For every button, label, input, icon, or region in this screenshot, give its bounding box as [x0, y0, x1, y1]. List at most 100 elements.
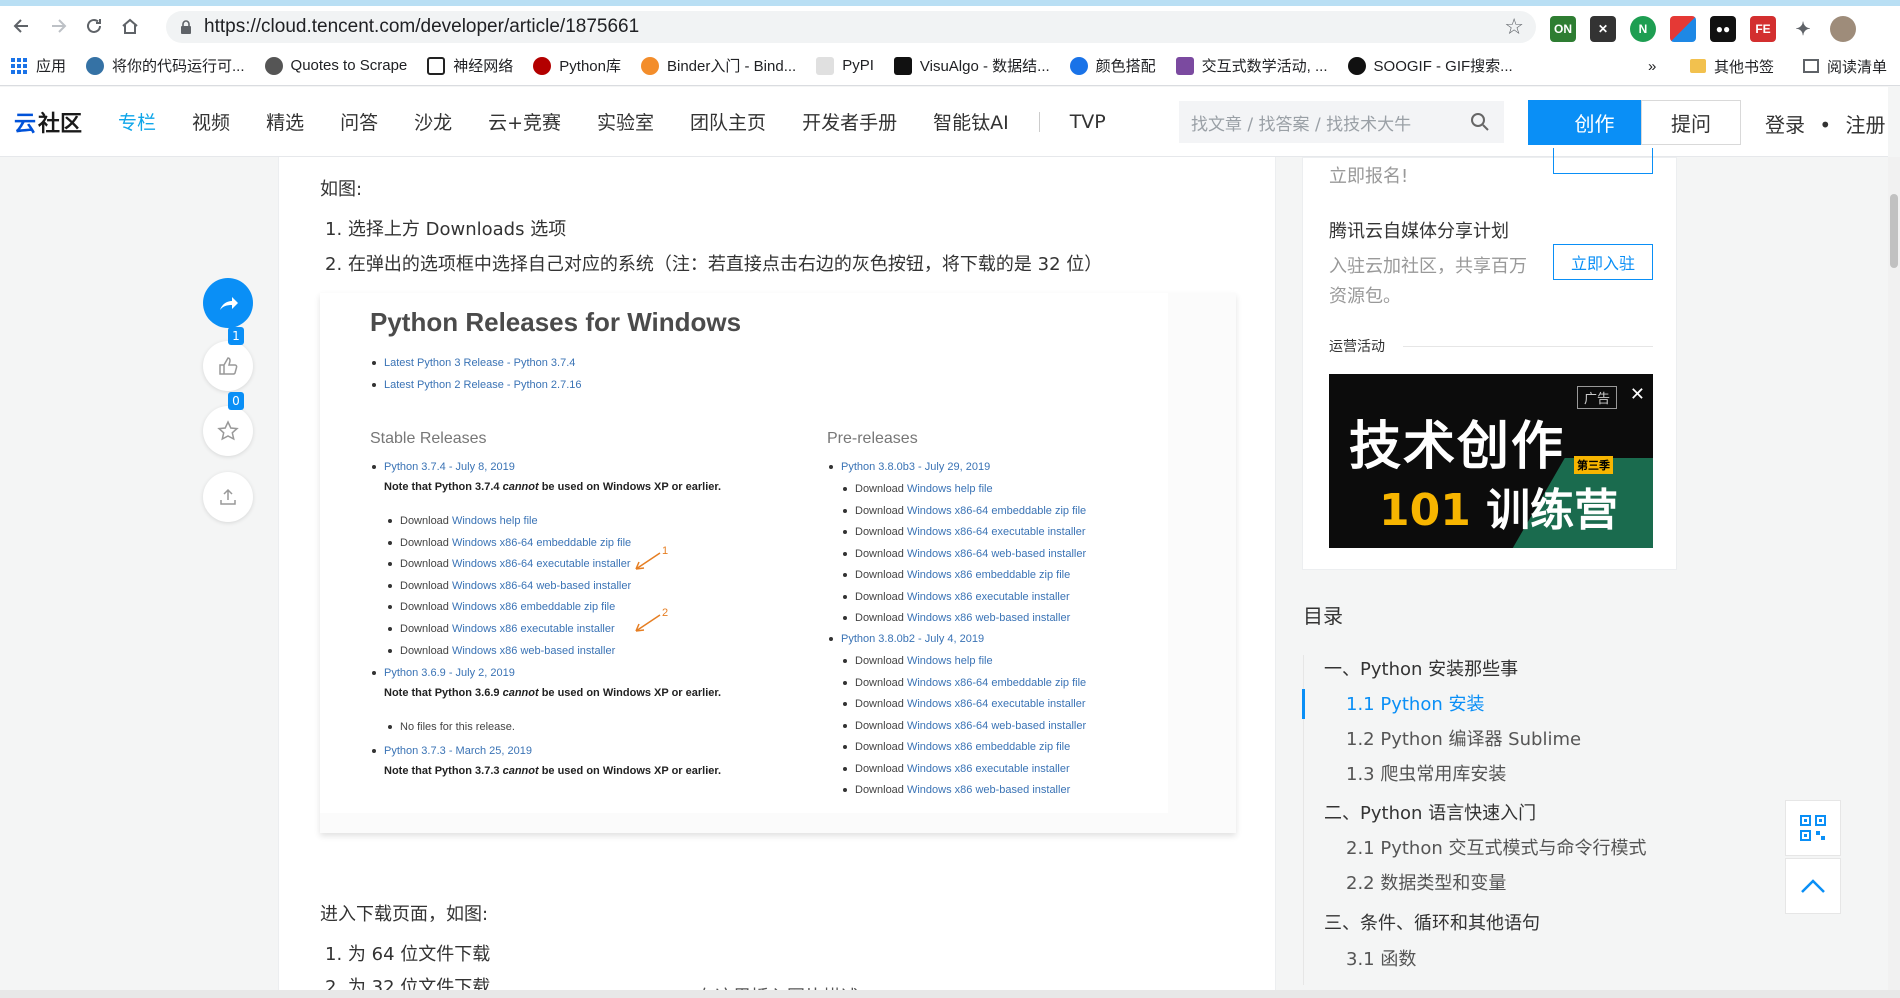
nav-item-video[interactable]: 视频 [192, 108, 230, 135]
nav-item-competition[interactable]: 云+竞赛 [488, 108, 561, 135]
page-scrollbar[interactable] [1888, 157, 1900, 998]
bookmark-item[interactable]: Quotes to Scrape [264, 56, 407, 75]
signup-button-partial[interactable] [1553, 148, 1653, 174]
profile-avatar[interactable] [1830, 16, 1856, 42]
release-link[interactable]: Python 3.8.0b2 - July 4, 2019 [841, 633, 984, 645]
download-item: Download Windows help file [388, 515, 538, 527]
bookmark-item[interactable]: 神经网络 [427, 55, 513, 76]
more-bookmarks-button[interactable]: » [1648, 46, 1656, 86]
search-icon[interactable] [1470, 112, 1490, 132]
forward-icon[interactable] [44, 12, 72, 40]
toc-item[interactable]: 一、Python 安装那些事 [1324, 655, 1518, 681]
download-link[interactable]: Windows x86 executable installer [452, 623, 615, 635]
pypi-icon [816, 56, 835, 75]
download-link[interactable]: Windows x86-64 web-based installer [907, 720, 1086, 732]
toc-item[interactable]: 3.1 函数 [1346, 945, 1416, 971]
nav-item-featured[interactable]: 精选 [266, 108, 304, 135]
toc-item[interactable]: 1.2 Python 编译器 Sublime [1346, 725, 1581, 751]
download-link[interactable]: Windows x86-64 web-based installer [452, 580, 631, 592]
extension-palette-icon[interactable] [1670, 16, 1696, 42]
bookmark-item[interactable]: 将你的代码运行可... [86, 55, 245, 76]
extension-on-icon[interactable]: ON [1550, 16, 1576, 42]
bookmark-item[interactable]: 交互式数学活动, ... [1175, 55, 1328, 76]
link[interactable]: Latest Python 2 Release - Python 2.7.16 [384, 379, 582, 391]
extension-x-icon[interactable]: ✕ [1590, 16, 1616, 42]
nav-item-ti-ai[interactable]: 智能钛AI [933, 108, 1009, 135]
toc-item-active[interactable]: 1.1 Python 安装 [1346, 690, 1484, 716]
nav-item-dev-manual[interactable]: 开发者手册 [802, 108, 897, 135]
download-link[interactable]: Windows x86-64 embeddable zip file [907, 677, 1086, 689]
release-link[interactable]: Python 3.8.0b3 - July 29, 2019 [841, 461, 990, 473]
toc-item[interactable]: 1.3 爬虫常用库安装 [1346, 760, 1506, 786]
extensions-puzzle-icon[interactable]: ✦ [1790, 16, 1816, 42]
close-icon[interactable]: ✕ [1630, 384, 1645, 405]
download-link[interactable]: Windows x86-64 web-based installer [907, 548, 1086, 560]
extension-n-icon[interactable]: N [1630, 16, 1656, 42]
toc-item[interactable]: 三、条件、循环和其他语句 [1324, 909, 1540, 935]
like-button[interactable]: 1 [203, 327, 253, 391]
login-link[interactable]: 登录 [1765, 113, 1805, 137]
toc-item[interactable]: 二、Python 语言快速入门 [1324, 799, 1536, 825]
favorite-button[interactable]: 0 [203, 392, 253, 456]
download-link[interactable]: Windows x86 embeddable zip file [452, 601, 615, 613]
download-word: Download [855, 741, 907, 753]
toc-item[interactable]: 2.1 Python 交互式模式与命令行模式 [1346, 834, 1646, 860]
join-button[interactable]: 立即入驻 [1553, 244, 1653, 280]
download-link[interactable]: Windows x86 web-based installer [907, 784, 1070, 796]
share-button[interactable] [203, 278, 253, 328]
ask-button[interactable]: 提问 [1641, 100, 1741, 145]
other-bookmarks-folder[interactable]: 其他书签 [1690, 46, 1774, 86]
download-link[interactable]: Windows x86-64 embeddable zip file [907, 505, 1086, 517]
nav-item-lab[interactable]: 实验室 [597, 108, 654, 135]
bookmark-item[interactable]: 颜色搭配 [1069, 55, 1156, 76]
extension-fe-icon[interactable]: FE [1750, 16, 1776, 42]
download-link[interactable]: Windows x86 web-based installer [452, 645, 615, 657]
home-icon[interactable] [116, 12, 144, 40]
back-icon[interactable] [8, 12, 36, 40]
bookmark-item[interactable]: Binder入门 - Bind... [640, 55, 796, 76]
download-link[interactable]: Windows x86 web-based installer [907, 612, 1070, 624]
download-link[interactable]: Windows x86 executable installer [907, 591, 1070, 603]
bookmark-item[interactable]: Python库 [533, 55, 621, 76]
bookmark-star-icon[interactable]: ☆ [1504, 15, 1524, 40]
bookmark-item[interactable]: SOOGIF - GIF搜索... [1347, 55, 1513, 76]
bookmark-item[interactable]: PyPI [816, 56, 874, 75]
release-link[interactable]: Python 3.7.3 - March 25, 2019 [384, 745, 532, 757]
address-bar[interactable]: https://cloud.tencent.com/developer/arti… [166, 11, 1536, 43]
register-link[interactable]: 注册 [1846, 113, 1886, 137]
download-link[interactable]: Windows x86-64 executable installer [452, 558, 631, 570]
release-link[interactable]: Python 3.7.4 - July 8, 2019 [384, 461, 515, 473]
scrollbar-thumb[interactable] [1890, 194, 1898, 268]
qr-code-button[interactable] [1785, 800, 1841, 856]
search-input[interactable]: 找文章 / 找答案 / 找技术大牛 [1179, 101, 1504, 143]
export-button[interactable] [203, 472, 253, 522]
nav-item-columns[interactable]: 专栏 [118, 108, 156, 135]
nav-item-team[interactable]: 团队主页 [690, 108, 766, 135]
bookmark-item[interactable]: VisuAlgo - 数据结... [893, 55, 1050, 76]
download-link[interactable]: Windows x86-64 executable installer [907, 526, 1086, 538]
site-logo[interactable]: 云 社区 [14, 106, 82, 138]
download-link[interactable]: Windows x86 executable installer [907, 763, 1070, 775]
link[interactable]: Latest Python 3 Release - Python 3.7.4 [384, 357, 575, 369]
toc-item[interactable]: 2.2 数据类型和变量 [1346, 869, 1506, 895]
nav-item-salon[interactable]: 沙龙 [414, 108, 452, 135]
reload-icon[interactable] [80, 12, 108, 40]
apps-grid-icon [11, 57, 27, 74]
download-link[interactable]: Windows help file [452, 515, 538, 527]
back-to-top-button[interactable] [1785, 858, 1841, 914]
bookmark-apps[interactable]: 应用 [10, 55, 66, 76]
download-link[interactable]: Windows x86 embeddable zip file [907, 569, 1070, 581]
ad-season-badge: 第三季 [1574, 456, 1613, 474]
download-link[interactable]: Windows x86-64 executable installer [907, 698, 1086, 710]
reading-list-button[interactable]: 阅读清单 [1803, 46, 1887, 86]
download-link[interactable]: Windows x86 embeddable zip file [907, 741, 1070, 753]
ad-banner[interactable]: 技术创作 第三季 101 训练营 广告 ✕ [1329, 374, 1653, 548]
python-releases-screenshot: Python Releases for Windows Latest Pytho… [320, 293, 1168, 813]
nav-item-qa[interactable]: 问答 [340, 108, 378, 135]
download-link[interactable]: Windows help file [907, 655, 993, 667]
download-link[interactable]: Windows x86-64 embeddable zip file [452, 537, 631, 549]
nav-item-tvp[interactable]: TVP [1070, 111, 1106, 133]
download-link[interactable]: Windows help file [907, 483, 993, 495]
release-link[interactable]: Python 3.6.9 - July 2, 2019 [384, 667, 515, 679]
extension-game-icon[interactable]: ●● [1710, 16, 1736, 42]
